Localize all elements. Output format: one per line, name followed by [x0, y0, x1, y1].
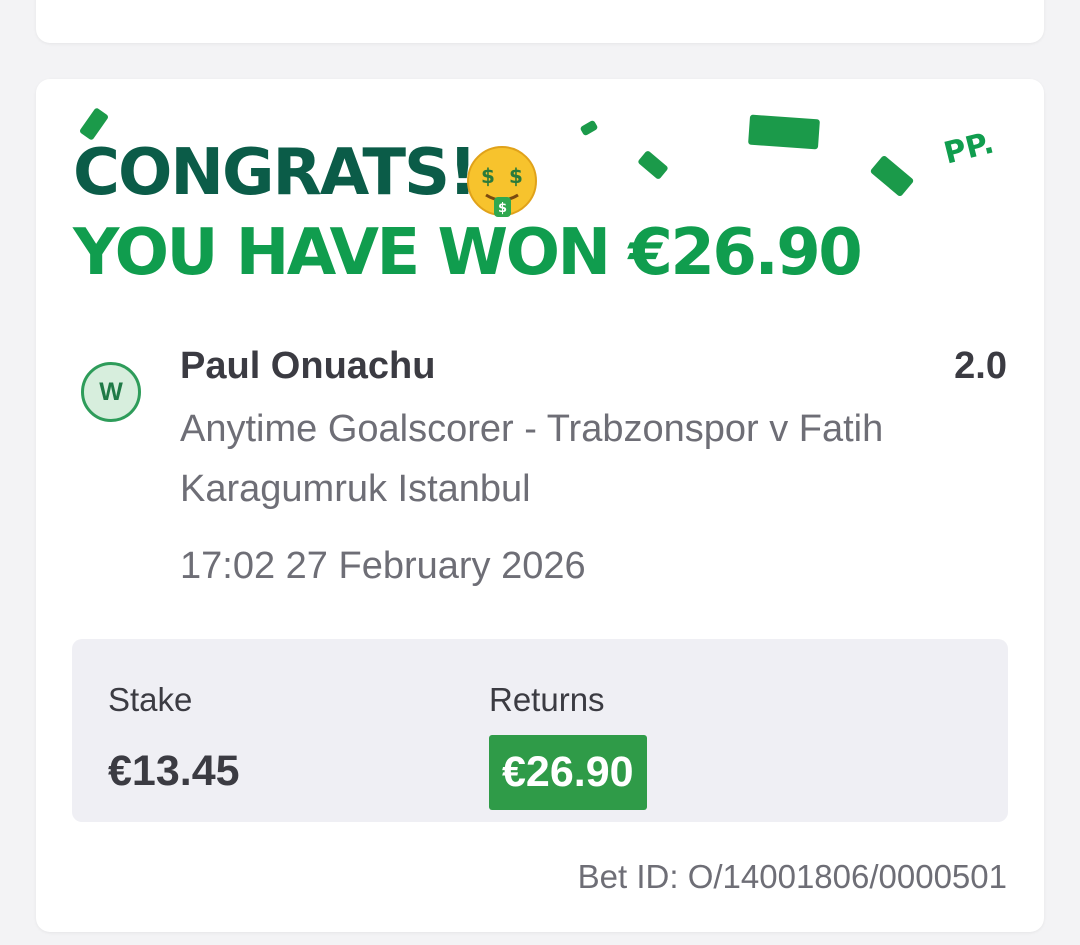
- previous-bet-card: [36, 0, 1044, 43]
- bet-card: CONGRATS! $ $ $ PP. YOU HAVE WON €26.90 …: [36, 79, 1044, 932]
- selection-odds: 2.0: [954, 345, 1007, 387]
- won-amount-heading: YOU HAVE WON €26.90: [73, 216, 863, 290]
- win-status-badge: W: [81, 362, 141, 422]
- stake-returns-summary: Stake €13.45 Returns €26.90: [72, 639, 1008, 822]
- stake-value: €13.45: [108, 747, 240, 795]
- bet-id: Bet ID: O/14001806/0000501: [577, 858, 1007, 895]
- congrats-heading: CONGRATS!: [73, 136, 477, 210]
- svg-text:$: $: [481, 164, 495, 188]
- returns-label: Returns: [489, 681, 605, 718]
- money-note-icon: [637, 149, 669, 181]
- svg-text:$: $: [498, 201, 507, 216]
- money-mouth-face-icon: $ $ $: [467, 146, 537, 217]
- win-banner: CONGRATS! $ $ $ PP. YOU HAVE WON €26.90: [36, 79, 1044, 309]
- returns-value: €26.90: [489, 735, 647, 810]
- brand-logo: PP.: [940, 125, 998, 172]
- stake-label: Stake: [108, 681, 193, 718]
- money-note-icon: [869, 154, 915, 198]
- event-datetime: 17:02 27 February 2026: [180, 545, 586, 587]
- svg-text:$: $: [509, 164, 523, 188]
- money-note-icon: [748, 114, 820, 150]
- selection-name: Paul Onuachu: [180, 345, 436, 387]
- money-note-icon: [579, 119, 599, 137]
- market-description: Anytime Goalscorer - Trabzonspor v Fatih…: [180, 408, 884, 510]
